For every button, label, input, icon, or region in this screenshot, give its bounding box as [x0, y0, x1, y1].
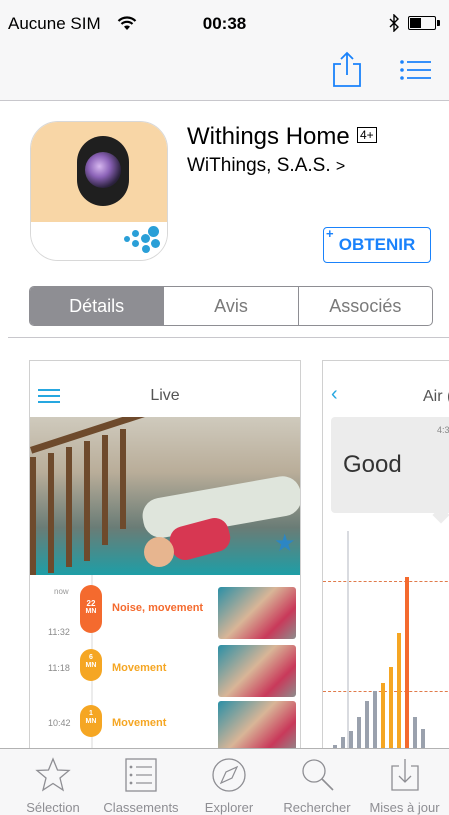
- event-thumbnail[interactable]: [218, 701, 296, 753]
- screenshot-title: Air (: [423, 388, 449, 405]
- search-icon: [302, 759, 334, 791]
- age-rating-badge: 4+: [357, 127, 377, 143]
- app-screenshot-air-quality[interactable]: ‹ Air ( 4:3 Good: [322, 360, 449, 760]
- segment-details[interactable]: Détails: [30, 287, 164, 325]
- timeline-now-label: now: [54, 587, 69, 596]
- get-button[interactable]: + OBTENIR: [323, 226, 431, 263]
- event-text: Movement: [112, 717, 167, 729]
- get-button-label: OBTENIR: [338, 235, 416, 254]
- event-thumbnail[interactable]: [218, 587, 296, 639]
- plus-icon: +: [326, 226, 334, 241]
- developer-name: WiThings, S.A.S.: [187, 155, 331, 176]
- download-tray-icon: [390, 759, 419, 791]
- tab-label: Rechercher: [283, 800, 351, 815]
- star-icon: [35, 757, 71, 792]
- tab-updates[interactable]: Mises à jour: [360, 750, 449, 815]
- developer-link[interactable]: WiThings, S.A.S. >: [187, 155, 345, 177]
- event-text: Movement: [112, 662, 167, 674]
- tab-label: Classements: [103, 800, 179, 815]
- bluetooth-icon: [389, 14, 399, 32]
- event-duration-pill: 6 MN: [80, 649, 102, 681]
- battery-icon: [408, 16, 440, 30]
- event-duration-pill: 1 MN: [80, 705, 102, 737]
- tab-rankings[interactable]: Classements: [96, 750, 186, 815]
- event-time: 11:32: [48, 627, 70, 637]
- event-time: 11:18: [48, 663, 70, 673]
- compass-icon: [212, 758, 246, 792]
- tab-selection[interactable]: Sélection: [8, 750, 98, 815]
- chevron-right-icon: >: [335, 158, 346, 175]
- segment-related[interactable]: Associés: [297, 287, 432, 325]
- share-icon[interactable]: [331, 50, 363, 88]
- tab-explore[interactable]: Explorer: [184, 750, 274, 815]
- tab-label: Sélection: [26, 800, 80, 815]
- camera-icon: [77, 136, 129, 206]
- event-duration-pill: 22 MN: [80, 585, 102, 633]
- app-screenshot-live[interactable]: Live ★ now 22 MN 11:32 Noise, movement 1…: [29, 360, 301, 760]
- app-icon: [30, 121, 168, 261]
- event-timeline: now 22 MN 11:32 Noise, movement 11:18 6 …: [30, 575, 300, 759]
- event-time: 10:42: [48, 718, 71, 728]
- segment-reviews[interactable]: Avis: [163, 287, 297, 325]
- back-chevron-icon: ‹: [331, 383, 338, 405]
- tab-label: Mises à jour: [369, 800, 440, 815]
- divider: [8, 337, 449, 338]
- event-thumbnail[interactable]: [218, 645, 296, 697]
- star-decoration: ★: [274, 530, 296, 557]
- app-title: Withings Home: [187, 123, 350, 150]
- list-icon[interactable]: [399, 58, 433, 82]
- air-quality-status: Good: [343, 451, 402, 478]
- tab-label: Explorer: [204, 800, 254, 815]
- ranked-list-icon: [125, 758, 157, 792]
- status-time: 00:38: [202, 14, 247, 33]
- air-quality-time: 4:3: [437, 425, 449, 435]
- screenshot-header: Live: [30, 361, 300, 417]
- baby-crib-photo: ★: [30, 417, 300, 575]
- screenshot-title: Live: [150, 387, 180, 404]
- tab-search[interactable]: Rechercher: [272, 750, 362, 815]
- event-text: Noise, movement: [112, 602, 204, 614]
- segmented-control: Détails Avis Associés: [29, 286, 433, 326]
